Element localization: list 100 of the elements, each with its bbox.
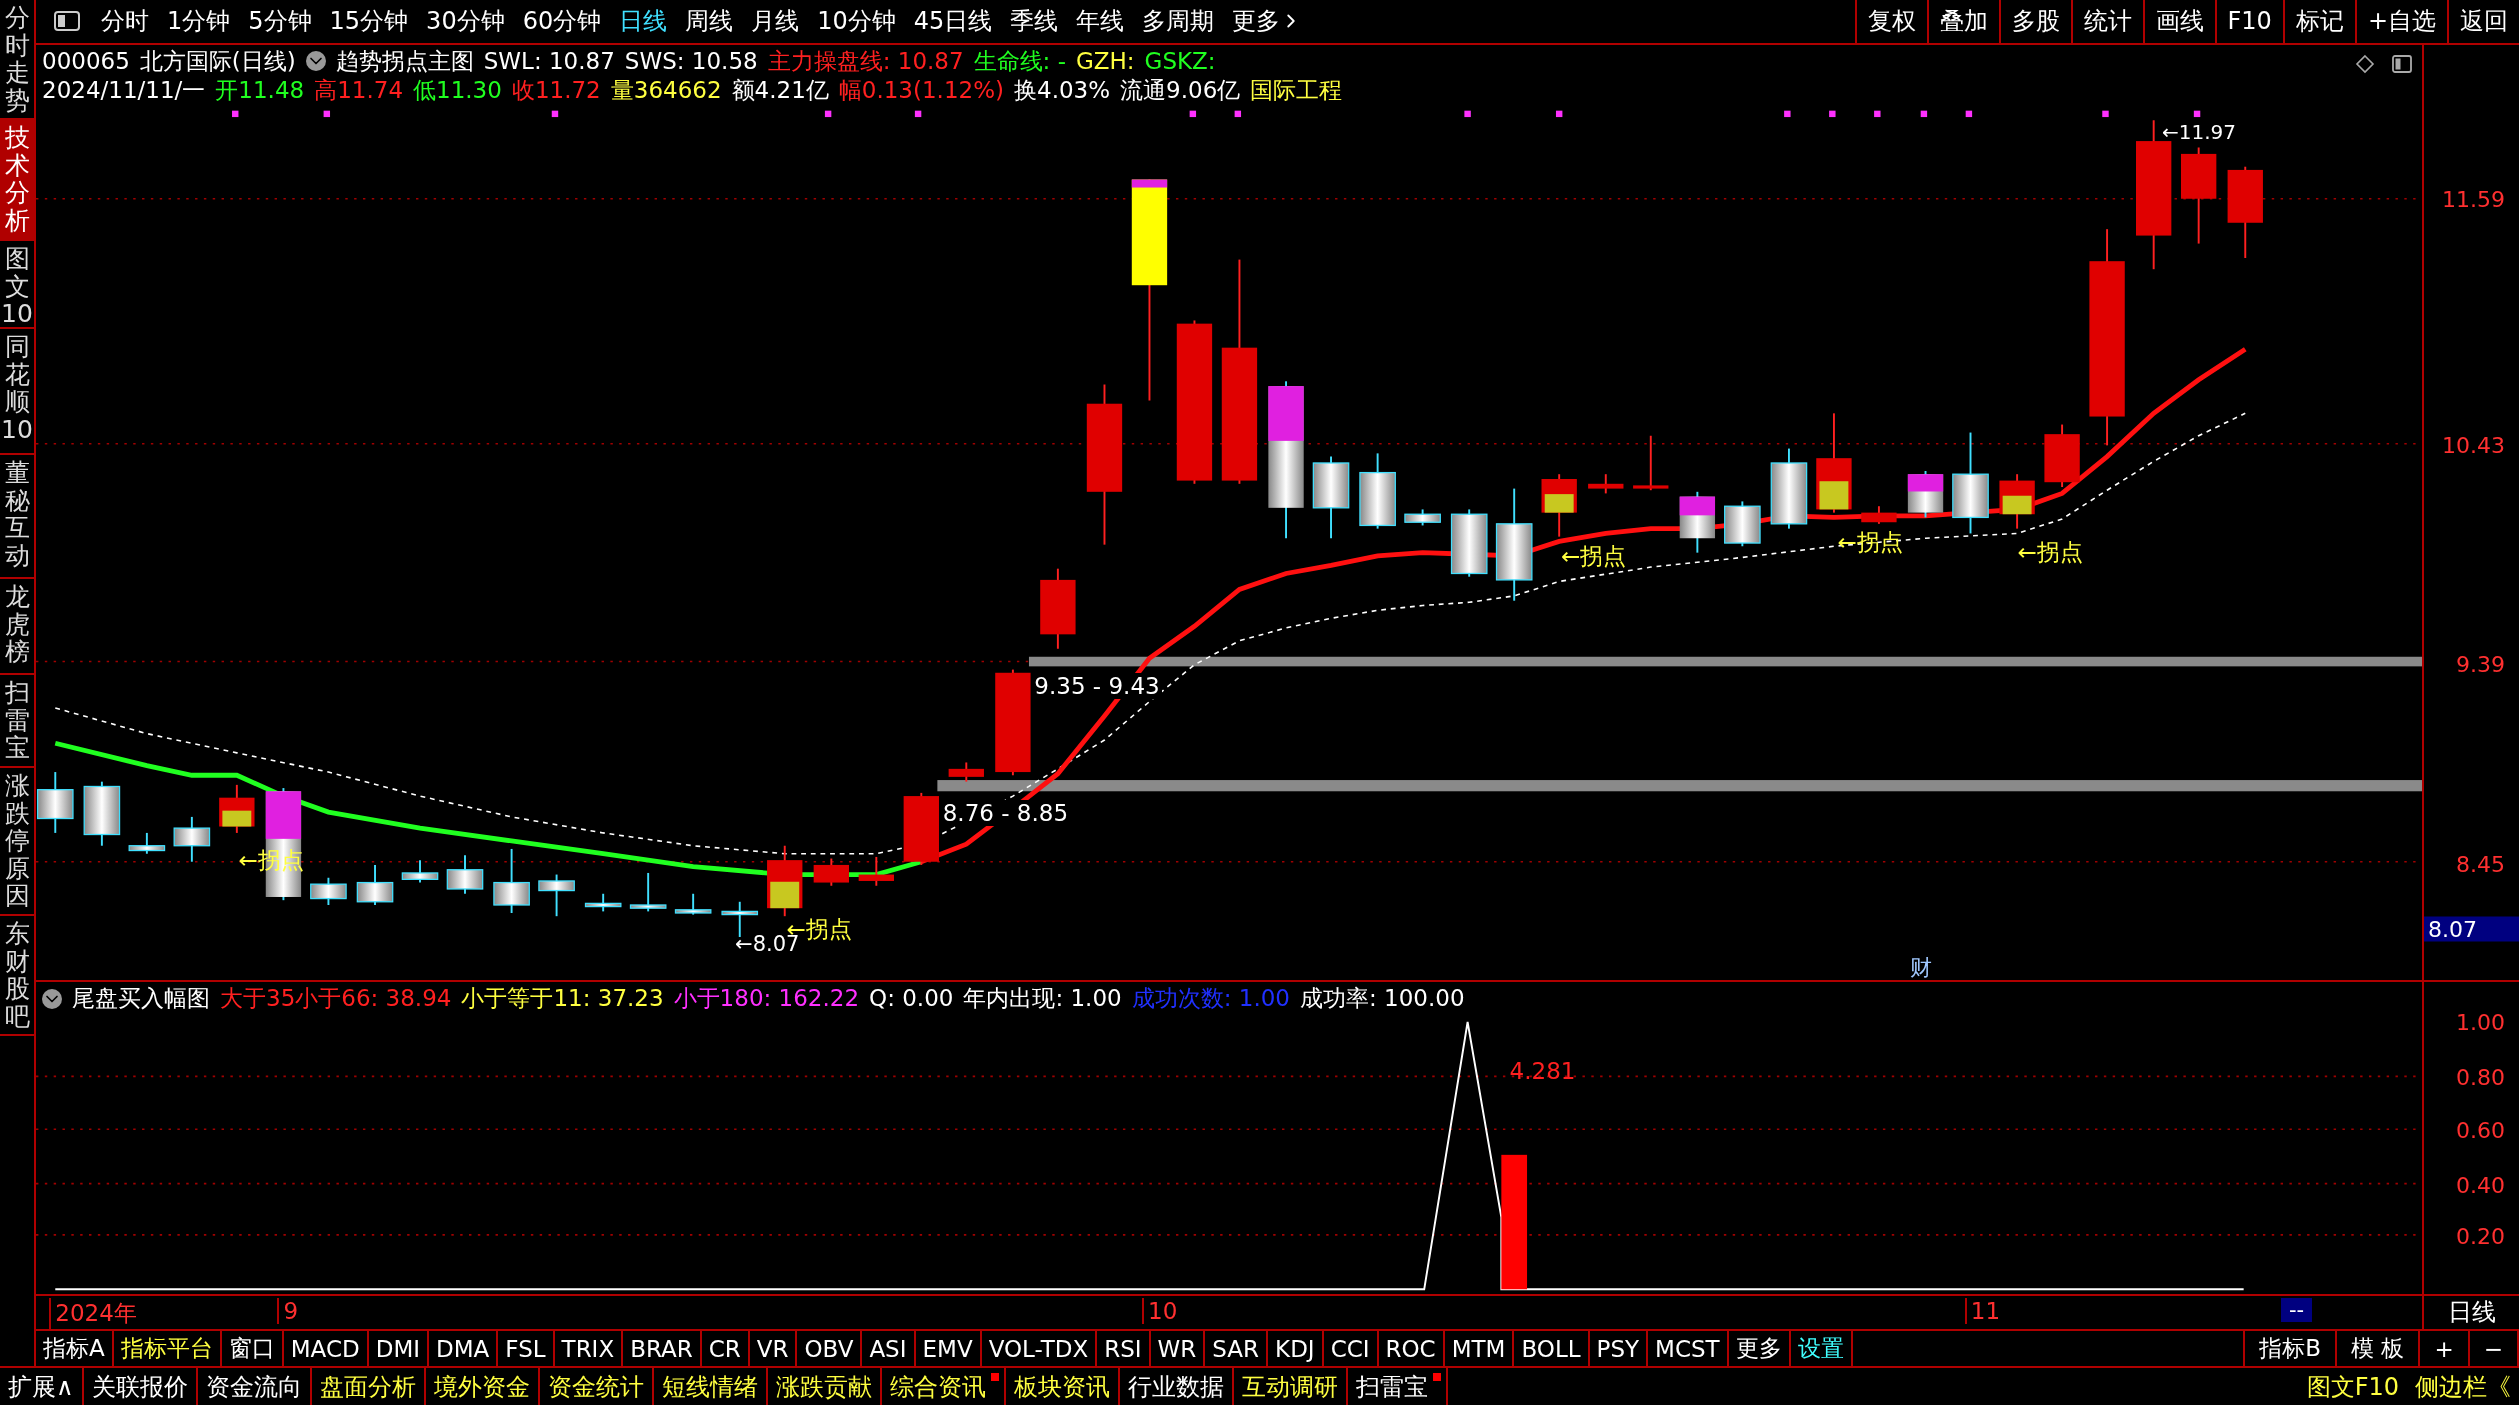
indicator-axis-label: 0.40 [2456, 1172, 2505, 1198]
indicator-tab[interactable]: SAR [1205, 1331, 1269, 1366]
candlestick [584, 892, 622, 913]
indicator-tab[interactable]: 更多 [1728, 1331, 1791, 1366]
toolbar-button[interactable]: 叠加 [1926, 0, 1999, 43]
dropdown-icon[interactable] [42, 988, 62, 1009]
indicator-tab[interactable]: DMI [368, 1331, 430, 1366]
price-axis-label: 10.43 [2442, 432, 2505, 458]
toolbar-button[interactable]: +自选 [2354, 0, 2447, 43]
panel-toggle-icon[interactable] [2390, 52, 2413, 75]
toolbar-button[interactable]: 统计 [2070, 0, 2143, 43]
period-tab[interactable]: 年线 [1067, 0, 1134, 43]
indicator-value: 成功率: 100.00 [1300, 984, 1465, 1014]
indicator-tab[interactable]: FSL [498, 1331, 555, 1366]
indicator-value: 年内出现: 1.00 [963, 984, 1122, 1014]
news-mark[interactable]: 财 [1909, 952, 1932, 981]
period-tab[interactable]: 季线 [1001, 0, 1068, 43]
indicator-tab[interactable]: BOLL [1514, 1331, 1590, 1366]
indicator-tab[interactable]: DMA [429, 1331, 499, 1366]
indicator-tab[interactable]: VOL-TDX [981, 1331, 1098, 1366]
price-axis-label: 9.39 [2456, 651, 2505, 677]
indicator-tab[interactable]: 设置 [1790, 1331, 1853, 1366]
indicator-tab[interactable]: TRIX [554, 1331, 624, 1366]
turning-point-label: ←拐点 [1561, 542, 1627, 572]
period-tab[interactable]: 60分钟 [513, 0, 611, 43]
indicator-tab[interactable]: EMV [915, 1331, 982, 1366]
bottom-tab[interactable]: 行业数据 [1119, 1368, 1234, 1405]
indicator-tab[interactable]: + [2420, 1331, 2470, 1366]
period-tab[interactable]: 45日线 [904, 0, 1002, 43]
candlestick [629, 871, 667, 913]
indicator-tab[interactable]: 模 板 [2337, 1331, 2421, 1366]
bottom-tab[interactable]: 涨跌贡献 [767, 1368, 882, 1405]
bottom-tab[interactable]: 板块资讯 [1005, 1368, 1120, 1405]
indicator-tab[interactable]: MACD [283, 1331, 369, 1366]
candlestick [493, 847, 530, 914]
period-tab[interactable]: 周线 [676, 0, 743, 43]
indicator-tab[interactable]: ROC [1378, 1331, 1445, 1366]
indicator-tab[interactable]: ASI [862, 1331, 916, 1366]
panel-toggle-icon[interactable] [54, 11, 80, 32]
period-tab[interactable]: 10分钟 [808, 0, 905, 43]
quote-value: 换4.03% [1014, 75, 1111, 105]
quote-value: 高11.74 [314, 75, 404, 105]
indicator-tab[interactable]: CCI [1323, 1331, 1379, 1366]
period-tab[interactable]: 1分钟 [158, 0, 240, 43]
toolbar-button[interactable]: 画线 [2142, 0, 2215, 43]
sidebar-tab[interactable]: 技术分析 [0, 120, 34, 241]
bottom-tab[interactable]: 侧边栏《 [2407, 1368, 2519, 1405]
period-tab[interactable]: 30分钟 [417, 0, 514, 43]
bottom-tab[interactable]: 关联报价 [83, 1368, 198, 1405]
toolbar-button[interactable]: 标记 [2282, 0, 2355, 43]
indicator-tab[interactable]: RSI [1097, 1331, 1151, 1366]
bottom-tab[interactable]: 资金统计 [539, 1368, 654, 1405]
period-tab[interactable]: 月线 [742, 0, 809, 43]
indicator-tab[interactable]: WR [1150, 1331, 1206, 1366]
candlestick [858, 855, 894, 887]
bottom-tab[interactable]: 图文F10 [2298, 1368, 2407, 1405]
cursor-date-tag: -- [2280, 1298, 2313, 1323]
candlestick [36, 771, 74, 834]
indicator-value: 大于35小于66: 38.94 [220, 984, 452, 1014]
bottom-tab[interactable]: 境外资金 [425, 1368, 540, 1405]
dropdown-icon[interactable] [305, 51, 326, 72]
bottom-tab[interactable]: 综合资讯 [881, 1368, 1006, 1405]
indicator-tab[interactable]: CR [701, 1331, 750, 1366]
candlestick [674, 892, 712, 916]
period-tab[interactable]: 多周期 [1133, 0, 1224, 43]
bottom-tab[interactable]: 资金流向 [197, 1368, 312, 1405]
period-tab[interactable]: 分时 [92, 0, 158, 43]
indicator-tab[interactable]: 指标平台 [113, 1331, 222, 1366]
diamond-icon[interactable] [2353, 52, 2376, 75]
indicator-tab[interactable]: 指标A [36, 1331, 114, 1366]
indicator-tab[interactable]: − [2469, 1331, 2519, 1366]
toolbar-button[interactable]: 多股 [1998, 0, 2071, 43]
indicator-value: GZH: [1075, 46, 1135, 76]
indicator-tab[interactable]: PSY [1589, 1331, 1649, 1366]
bottom-tab[interactable]: 扫雷宝 [1347, 1368, 1448, 1405]
stock-code: 000065 [42, 46, 130, 76]
bottom-tab[interactable]: 盘面分析 [311, 1368, 426, 1405]
candlestick [1724, 500, 1761, 548]
indicator-tab[interactable]: KDJ [1268, 1331, 1324, 1366]
indicator-tab[interactable]: BRAR [623, 1331, 702, 1366]
indicator-tab[interactable]: OBV [797, 1331, 863, 1366]
more-button[interactable]: 更多 [1223, 0, 1312, 43]
toolbar-button[interactable]: 返回 [2447, 0, 2519, 43]
indicator-tab[interactable]: 窗口 [221, 1331, 284, 1366]
toolbar-button[interactable]: F10 [2214, 0, 2283, 43]
bottom-tab[interactable]: 短线情绪 [653, 1368, 768, 1405]
indicator-value: 小于180: 162.22 [673, 984, 860, 1014]
indicator-name: 趋势拐点主图 [335, 46, 474, 76]
indicator-tab[interactable]: MCST [1648, 1331, 1729, 1366]
candlestick [813, 857, 849, 887]
bottom-tab[interactable]: 扩展∧ [0, 1368, 84, 1405]
indicator-tab[interactable]: 指标B [2243, 1331, 2338, 1366]
bottom-tab[interactable]: 互动调研 [1233, 1368, 1348, 1405]
quote-value: 开11.48 [215, 75, 305, 105]
period-tab[interactable]: 15分钟 [320, 0, 418, 43]
indicator-tab[interactable]: MTM [1444, 1331, 1515, 1366]
indicator-tab[interactable]: VR [749, 1331, 798, 1366]
period-tab[interactable]: 5分钟 [239, 0, 321, 43]
period-tab[interactable]: 日线 [610, 0, 677, 43]
toolbar-button[interactable]: 复权 [1854, 0, 1927, 43]
